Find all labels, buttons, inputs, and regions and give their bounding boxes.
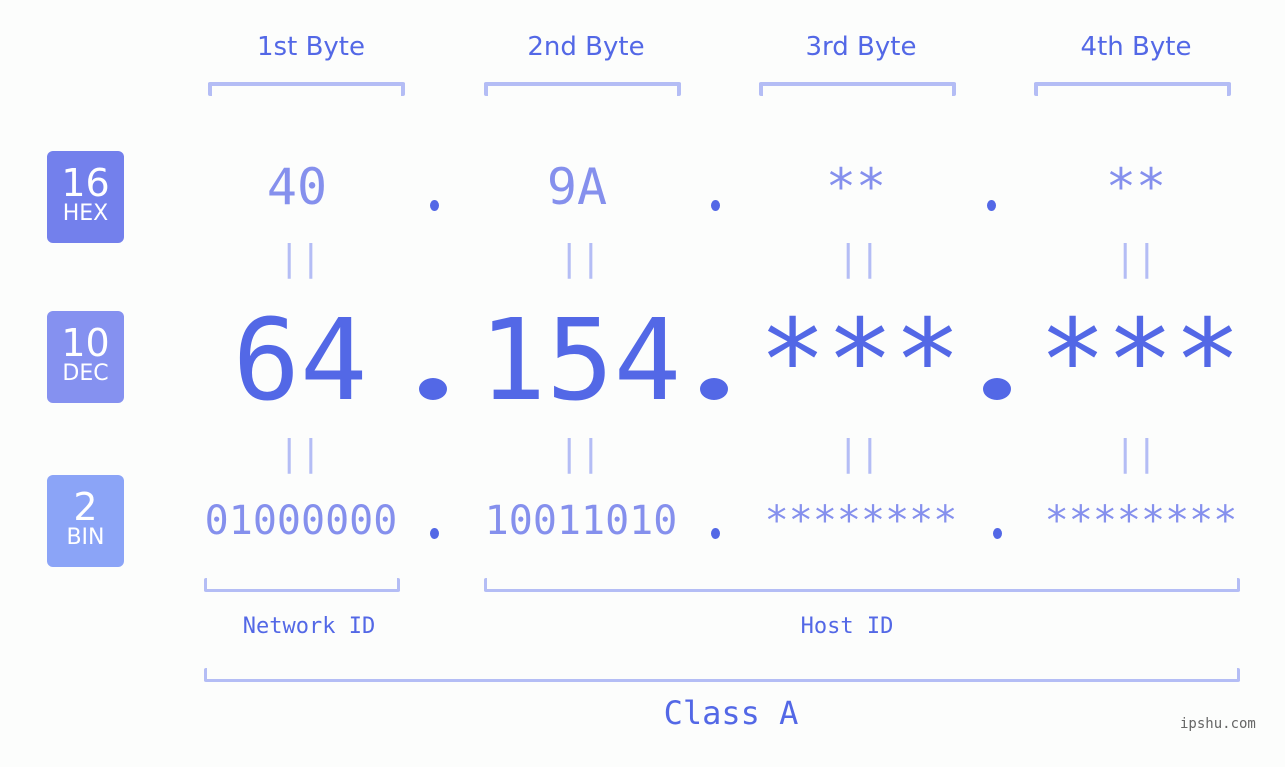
bin-dot-3 xyxy=(993,528,1002,539)
class-label: Class A xyxy=(663,694,799,732)
equals-hex-dec-4: || xyxy=(1114,238,1158,279)
dec-badge-label: DEC xyxy=(62,361,109,386)
dec-dot-2 xyxy=(700,378,728,400)
bin-value-2: 10011010 xyxy=(484,498,678,544)
watermark: ipshu.com xyxy=(1180,716,1256,732)
bin-value-1: 01000000 xyxy=(204,498,398,544)
equals-hex-dec-3: || xyxy=(837,238,881,279)
hex-badge: 16 HEX xyxy=(47,151,124,243)
hex-dot-3 xyxy=(987,200,996,211)
bin-value-4: ******** xyxy=(1044,498,1238,544)
equals-dec-bin-1: || xyxy=(278,433,322,474)
bin-dot-2 xyxy=(711,528,720,539)
byte-title-1: 1st Byte xyxy=(257,32,365,62)
dec-dot-1 xyxy=(419,378,447,400)
dec-value-2: 154 xyxy=(478,296,682,426)
host-id-label: Host ID xyxy=(800,614,894,639)
hex-value-1: 40 xyxy=(266,158,328,216)
hex-value-4: ** xyxy=(1105,158,1167,216)
byte-bracket-1 xyxy=(208,82,405,96)
bin-badge-label: BIN xyxy=(66,525,105,550)
equals-dec-bin-4: || xyxy=(1114,433,1158,474)
equals-hex-dec-1: || xyxy=(278,238,322,279)
dec-value-4: *** xyxy=(1038,296,1242,426)
hex-dot-1 xyxy=(430,200,439,211)
byte-bracket-4 xyxy=(1034,82,1231,96)
byte-bracket-3 xyxy=(759,82,956,96)
byte-title-2: 2nd Byte xyxy=(527,32,645,62)
dec-dot-3 xyxy=(983,378,1011,400)
network-id-bracket xyxy=(204,578,400,592)
host-id-bracket xyxy=(484,578,1240,592)
hex-dot-2 xyxy=(711,200,720,211)
hex-badge-label: HEX xyxy=(62,201,109,226)
hex-value-3: ** xyxy=(825,158,887,216)
bin-value-3: ******** xyxy=(764,498,958,544)
bin-badge: 2 BIN xyxy=(47,475,124,567)
dec-value-3: *** xyxy=(758,296,962,426)
network-id-label: Network ID xyxy=(242,614,376,639)
hex-value-2: 9A xyxy=(546,158,608,216)
equals-hex-dec-2: || xyxy=(558,238,602,279)
equals-dec-bin-3: || xyxy=(837,433,881,474)
dec-badge-number: 10 xyxy=(61,321,110,365)
class-bracket xyxy=(204,668,1240,682)
byte-title-3: 3rd Byte xyxy=(805,32,917,62)
hex-badge-number: 16 xyxy=(61,161,110,205)
bin-badge-number: 2 xyxy=(73,485,98,529)
dec-value-1: 64 xyxy=(232,296,368,426)
dec-badge: 10 DEC xyxy=(47,311,124,403)
byte-bracket-2 xyxy=(484,82,681,96)
equals-dec-bin-2: || xyxy=(558,433,602,474)
bin-dot-1 xyxy=(430,528,439,539)
byte-title-4: 4th Byte xyxy=(1080,32,1192,62)
